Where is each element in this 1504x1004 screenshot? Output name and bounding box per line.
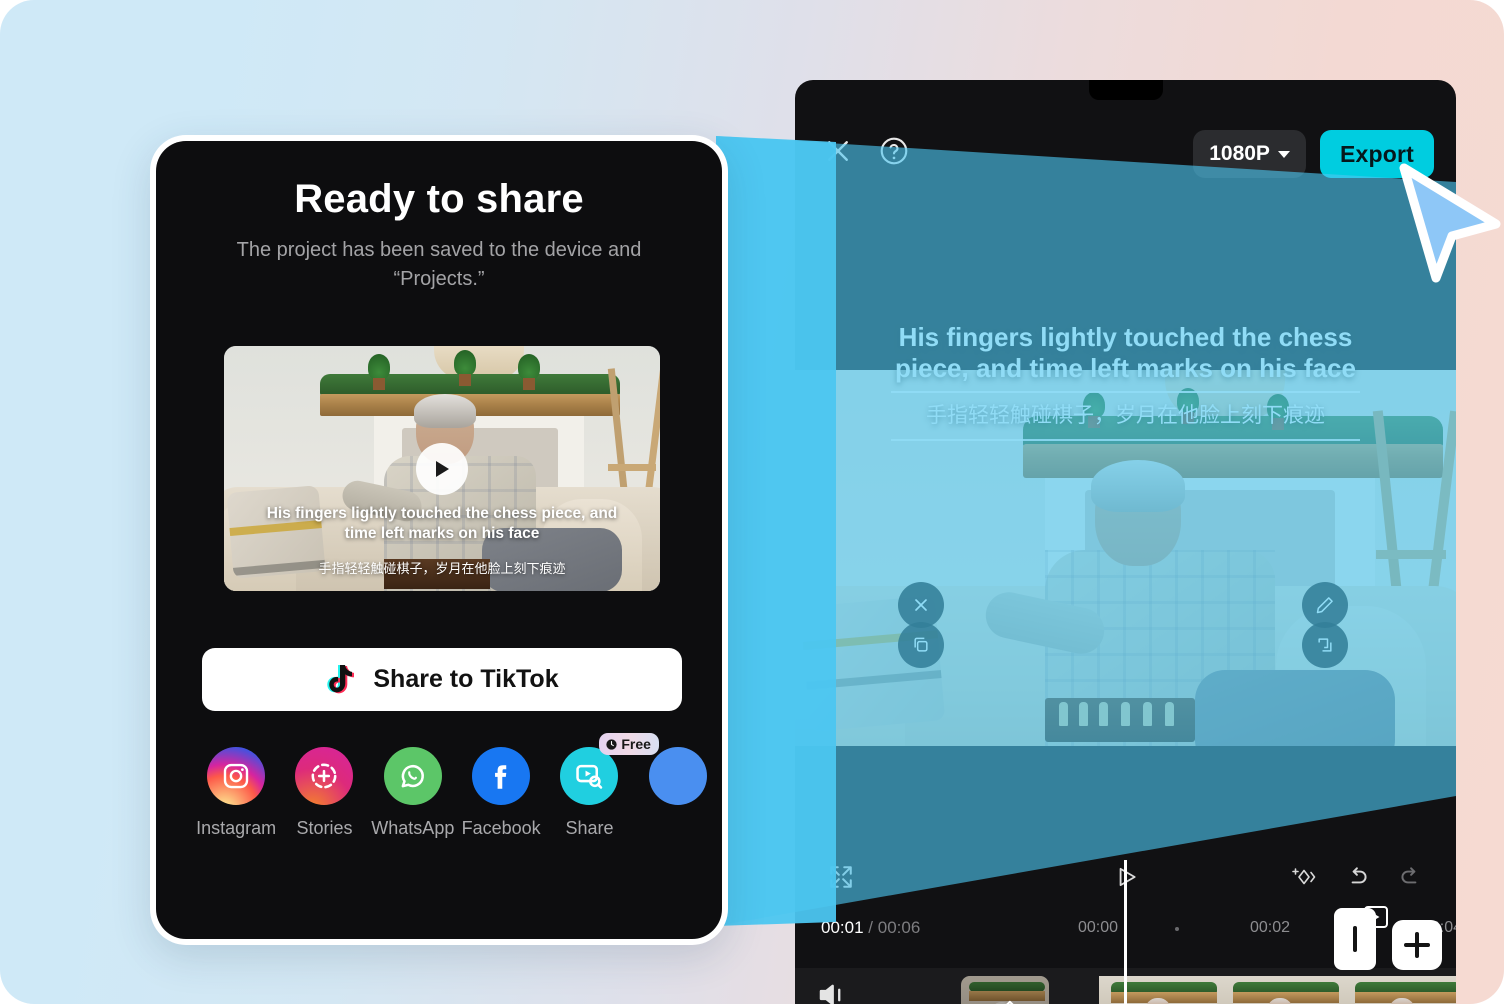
cover-button[interactable]: Cover (961, 976, 1049, 1004)
redo-icon[interactable] (1388, 855, 1432, 899)
share-sheet-phone: Ready to share The project has been save… (150, 135, 728, 945)
ruler-mark: 00:00 (1078, 919, 1119, 936)
scene-person-hair (1091, 460, 1185, 512)
free-badge: Free (599, 733, 659, 755)
free-badge-label: Free (621, 736, 651, 752)
instagram-icon (207, 747, 266, 805)
share-app-label: Share (565, 818, 614, 838)
share-app-instagram[interactable]: Instagram (192, 747, 280, 839)
share-app-stories[interactable]: Stories (280, 747, 368, 839)
resize-icon[interactable] (1302, 622, 1348, 668)
cursor-arrow-icon (1399, 163, 1501, 283)
share-apps-row: Instagram Stories WhatsApp Facebook Free… (192, 733, 722, 839)
share-app-label: Instagram (196, 818, 277, 838)
undo-icon[interactable] (1336, 855, 1380, 899)
share-app-label: Facebook (461, 818, 541, 838)
ruler-mark: 00:02 (1250, 919, 1291, 936)
messenger-icon (648, 747, 707, 805)
resolution-selector[interactable]: 1080P (1193, 130, 1306, 178)
thumbnail-subtitle-zh: 手指轻轻触碰棋子，岁月在他脸上刻下痕迹 (318, 562, 566, 577)
clock-icon (606, 738, 617, 750)
tiktok-icon (325, 662, 357, 698)
ruler-tick (1175, 927, 1179, 931)
thumbnail-subtitle: His fingers lightly touched the chess pi… (224, 504, 660, 577)
page-title: Ready to share (294, 177, 584, 221)
help-icon[interactable] (873, 130, 915, 172)
pencil-icon (992, 998, 1018, 1004)
facebook-icon (472, 747, 531, 805)
filmstrip-frame (1099, 976, 1221, 1004)
stories-icon (295, 747, 354, 805)
play-badge-icon (1364, 906, 1388, 928)
clip-filmstrip[interactable] (1099, 976, 1456, 1004)
current-time: 00:01 (821, 918, 864, 937)
screenshot-canvas: 1080P Export His fingers lightly touched… (0, 0, 1504, 1004)
add-keyframe-icon[interactable] (1284, 855, 1328, 899)
scene-chessboard (1045, 698, 1195, 742)
time-separator: / (868, 918, 874, 937)
page-subtitle: The project has been saved to the device… (236, 239, 642, 290)
share-to-tiktok-label: Share to TikTok (373, 665, 559, 693)
video-thumbnail[interactable]: His fingers lightly touched the chess pi… (224, 346, 660, 591)
close-icon[interactable] (817, 130, 859, 172)
subtitle-divider-bottom (891, 438, 1360, 441)
share-sheet: Ready to share The project has been save… (156, 141, 722, 939)
duplicate-icon[interactable] (898, 622, 944, 668)
mute-clip-audio-button[interactable]: Mute clip audio (817, 980, 937, 1004)
subtitle-divider-top (891, 391, 1360, 394)
add-clip-button[interactable] (1392, 920, 1442, 970)
timeline-playhead[interactable] (1124, 860, 1127, 1004)
preview-subtitle-en: His fingers lightly touched the chess pi… (895, 322, 1356, 383)
share-app-more[interactable] (634, 747, 722, 839)
chevron-down-icon (1277, 150, 1290, 158)
filmstrip-frame (1343, 976, 1456, 1004)
share-to-tiktok-button[interactable]: Share to TikTok (202, 648, 682, 711)
whatsapp-icon (383, 747, 442, 805)
share-app-facebook[interactable]: Facebook (457, 747, 545, 839)
share-app-share[interactable]: Free Share (545, 733, 659, 839)
preview-subtitle-overlay[interactable]: His fingers lightly touched the chess pi… (795, 322, 1456, 441)
total-time: 00:06 (877, 918, 921, 937)
scene-person-leg (1195, 670, 1395, 746)
filmstrip-frame (1221, 976, 1343, 1004)
share-app-whatsapp[interactable]: WhatsApp (369, 747, 457, 839)
thumbnail-subtitle-en: His fingers lightly touched the chess pi… (266, 504, 618, 542)
share-video-icon (560, 747, 619, 805)
device-notch (1088, 80, 1163, 100)
share-app-label: Stories (296, 818, 353, 838)
scene-easel (1376, 550, 1446, 559)
share-app-label: WhatsApp (371, 818, 455, 838)
fullscreen-icon[interactable] (819, 855, 863, 899)
play-icon[interactable] (416, 442, 468, 495)
timeline-time: 00:01 / 00:06 (821, 918, 920, 938)
preview-subtitle-zh: 手指轻轻触碰棋子，岁月在他脸上刻下痕迹 (926, 403, 1325, 428)
resolution-value: 1080P (1209, 142, 1270, 165)
